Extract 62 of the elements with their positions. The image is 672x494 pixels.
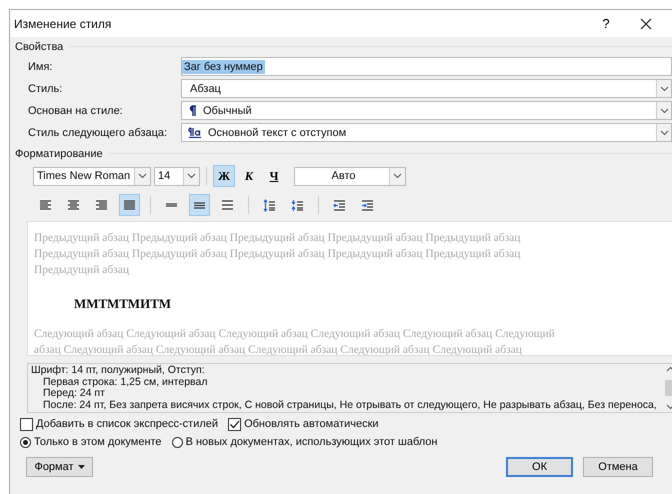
ok-button[interactable]: ОК [506,457,573,477]
chevron-down-icon [660,130,668,136]
font-dropdown[interactable]: Times New Roman [33,166,151,186]
cancel-button[interactable]: Отмена [583,457,653,477]
justify-button[interactable] [119,194,140,216]
justify-icon [123,198,136,212]
checkmark-icon [229,418,240,430]
italic-button[interactable]: К [238,165,260,187]
chevron-down-icon [138,173,147,179]
description-text: Шрифт: 14 пт, полужирный, Отступ: [31,365,205,376]
radio-label: Только в этом документе [34,436,162,448]
checkbox-label: Добавить в список экспресс-стилей [36,418,218,430]
preview-text: Следующий абзац Следующий абзац Следующий абзац Следующий абзац Следующий абзац Следующий [34,327,556,342]
caret-icon [78,465,85,469]
linked-style-icon [188,127,202,138]
underline-button[interactable]: Ч [263,165,285,187]
size-dropdown[interactable]: 14 [154,166,200,186]
field-label: Основан на стиле: [28,104,124,116]
spacing-increase-icon [263,198,276,212]
checkbox[interactable] [20,418,33,430]
double-spacing-icon [221,198,234,212]
radio-button[interactable] [20,436,31,448]
radio-label: В новых документах, использующих этот шаблон [186,436,438,448]
chevron-down-icon [187,173,196,179]
checkbox-label: Обновлять автоматически [244,418,379,430]
close-icon [640,18,652,30]
bold-button[interactable]: Ж [213,165,235,187]
style-dropdown[interactable]: Обычный [181,101,672,120]
window-title: Изменение стиля [14,16,112,30]
align-right-icon [95,198,108,212]
sample-text: ММТМТМИТМ [73,295,172,313]
align-left-icon [39,198,52,212]
field-label: Стиль следующего абзаца: [28,126,168,138]
preview-text: Предыдущий абзац [34,263,130,278]
preview-text: Предыдущий абзац Предыдущий абзац Предыдущий абзац Предыдущий абзац Предыдущий абзац [34,247,522,262]
preview-text: Предыдущий абзац Предыдущий абзац Предыдущий абзац Предыдущий абзац Предыдущий абзац [34,231,522,246]
paragraph-icon [188,105,197,116]
description-text: После: 24 пт, Без запрета висячих строк, С новой страницы, Не отрывать от следующего, Не разрывать абзац, Без переноса, [43,400,657,411]
color-dropdown[interactable]: Авто [294,166,406,186]
spacing-decrease-icon [291,198,304,212]
section-title: Форматирование [15,148,103,160]
field-label: Стиль: [28,82,64,94]
line-spacing-button[interactable] [189,194,210,216]
format-button[interactable]: Формат [26,457,93,477]
chevron-down-icon [660,86,668,92]
outdent-icon [333,198,346,212]
radio-button[interactable] [172,436,183,448]
chevron-down-icon [666,404,672,410]
align-center-icon [67,198,80,212]
section-title: Свойства [15,40,64,52]
indent-icon [361,198,374,212]
style-dropdown[interactable]: Основной текст с отступом [181,123,672,142]
description-text: Первая строка: 1,25 см, интервал [43,376,208,388]
chevron-down-icon [393,173,402,179]
name-field[interactable]: Заг без нуммер [181,57,672,76]
checkbox[interactable] [228,418,242,430]
chevron-up-icon [666,366,672,372]
help-button[interactable]: ? [588,12,624,36]
chevron-down-icon [660,108,668,114]
field-label: Имя: [28,60,54,72]
style-dropdown[interactable]: Абзац [181,79,672,98]
description-text: Перед: 24 пт [43,388,105,400]
